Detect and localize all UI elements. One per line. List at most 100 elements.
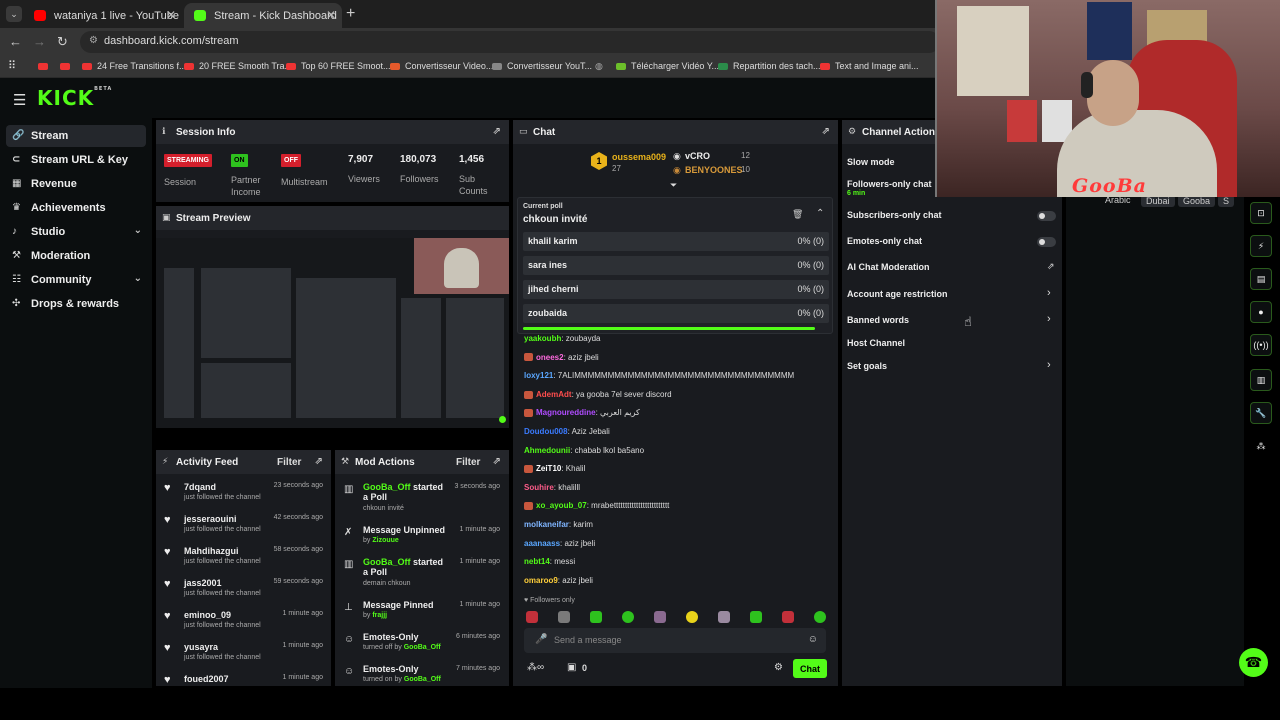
chat-username[interactable]: ZeiT10 [536, 464, 561, 473]
expand-leaderboard-icon[interactable]: ⏷ [670, 180, 677, 191]
sidebar-item-moderation[interactable]: ⚒ Moderation [6, 245, 146, 267]
screen-icon[interactable]: ⊡ [1250, 202, 1272, 224]
chat-username[interactable]: Souhire [524, 483, 554, 492]
popout-icon[interactable]: ⇗ [493, 456, 501, 467]
sidebar-item-achievements[interactable]: ♛ Achievements [6, 197, 146, 219]
popout-icon[interactable]: ⇗ [315, 456, 323, 467]
chat-message-input[interactable]: 🎤 Send a message ☺ [524, 628, 826, 653]
emote[interactable] [718, 611, 730, 623]
gift-icon[interactable]: ▣ [567, 662, 576, 673]
forward-icon[interactable]: → [33, 34, 46, 49]
bookmark-3[interactable]: Top 60 FREE Smoot... [286, 61, 391, 71]
activity-filter-button[interactable]: Filter [277, 457, 301, 468]
bookmark-8[interactable]: Text and Image ani... [820, 61, 919, 71]
settings-icon[interactable]: ⚙ [774, 662, 783, 673]
chat-username[interactable]: yaakoubh [524, 334, 561, 343]
chat-username[interactable]: Magnoureddine [536, 408, 596, 417]
emote[interactable] [526, 611, 538, 623]
chat-username[interactable]: Ahmedounii [524, 446, 570, 455]
poll-option[interactable]: jihed cherni 0% (0) [523, 280, 829, 299]
community-icon[interactable]: ⁂∞ [527, 662, 544, 673]
bolt-icon[interactable]: ⚡ [1250, 235, 1272, 257]
new-tab-button[interactable]: + [346, 5, 355, 23]
apps-icon[interactable]: ⠿ [8, 59, 16, 72]
stream-preview-video[interactable] [156, 238, 509, 428]
emote[interactable] [654, 611, 666, 623]
host-channel-label[interactable]: Host Channel [847, 338, 905, 348]
chat-username[interactable]: loxy121 [524, 371, 553, 380]
sidebar-item-stream[interactable]: 🔗 Stream [6, 125, 146, 147]
chevron-right-icon[interactable]: › [1047, 287, 1051, 299]
send-chat-button[interactable]: Chat [793, 659, 827, 678]
globe-icon[interactable]: ◍ [595, 61, 603, 72]
bookmark-youtube-2[interactable] [60, 61, 75, 71]
poll-option[interactable]: khalil karim 0% (0) [523, 232, 829, 251]
subscribers-only-label[interactable]: Subscribers-only chat [847, 210, 942, 220]
emotes-only-label[interactable]: Emotes-only chat [847, 236, 922, 246]
sidebar-item-stream-url-key[interactable]: ⊂ Stream URL & Key [6, 149, 146, 171]
emote[interactable] [590, 611, 602, 623]
site-info-icon[interactable]: ⚙ [89, 35, 98, 46]
sidebar-item-community[interactable]: ☷ Community ⌄ [6, 269, 146, 291]
poll-option[interactable]: sara ines 0% (0) [523, 256, 829, 275]
set-goals-label[interactable]: Set goals [847, 361, 887, 371]
chat-username[interactable]: Doudou008 [524, 427, 568, 436]
sidebar-item-revenue[interactable]: ▦ Revenue [6, 173, 146, 195]
emotes-only-toggle[interactable] [1037, 237, 1056, 247]
popout-icon[interactable]: ⇗ [493, 126, 501, 137]
chat-username[interactable]: molkaneifar [524, 520, 569, 529]
kick-logo[interactable]: KICKBETA [37, 86, 112, 110]
mic-icon[interactable]: 🎤 [535, 634, 547, 645]
mod-filter-button[interactable]: Filter [456, 457, 480, 468]
chat-username[interactable]: omaroo9 [524, 576, 558, 585]
wrench-icon[interactable]: 🔧 [1250, 402, 1272, 424]
users-icon[interactable]: ⁂ [1250, 436, 1272, 458]
bookmark-7[interactable]: Repartition des tach... [718, 61, 821, 71]
bookmark-2[interactable]: 20 FREE Smooth Tra... [184, 61, 292, 71]
tab-search-button[interactable]: ⌄ [6, 6, 22, 22]
leader-1-name[interactable]: oussema009 [612, 152, 666, 162]
emoji-icon[interactable]: ☺ [808, 634, 818, 645]
followers-only-label[interactable]: Followers-only chat [847, 179, 932, 189]
chevron-right-icon[interactable]: › [1047, 359, 1051, 371]
tab-kick-dashboard[interactable]: Stream - Kick Dashboard ✕ [184, 3, 342, 28]
collapse-poll-icon[interactable]: ⌃ [816, 208, 824, 219]
emote[interactable] [814, 611, 826, 623]
leader-2-name[interactable]: vCRO [685, 151, 710, 161]
bookmark-6[interactable]: Télécharger Vidéo Y... [616, 61, 719, 71]
external-link-icon[interactable]: ⇗ [1047, 261, 1055, 272]
url-input[interactable]: ⚙ dashboard.kick.com/stream [80, 31, 940, 53]
ai-chat-moderation-label[interactable]: AI Chat Moderation [847, 262, 930, 272]
bookmark-4[interactable]: Convertisseur Video... [390, 61, 493, 71]
sidebar-item-studio[interactable]: ♪ Studio ⌄ [6, 221, 146, 243]
emote[interactable] [750, 611, 762, 623]
reload-icon[interactable]: ↻ [57, 34, 68, 50]
close-icon[interactable]: ✕ [326, 8, 336, 22]
document-icon[interactable]: ▤ [1250, 268, 1272, 290]
chat-username[interactable]: aaanaass [524, 539, 560, 548]
bookmark-1[interactable]: 24 Free Transitions f... [82, 61, 187, 71]
emote[interactable] [558, 611, 570, 623]
subscribers-only-toggle[interactable] [1037, 211, 1056, 221]
bookmark-5[interactable]: Convertisseur YouT... [492, 61, 592, 71]
emote[interactable] [622, 611, 634, 623]
chat-username[interactable]: nebt14 [524, 557, 550, 566]
popout-icon[interactable]: ⇗ [822, 126, 830, 137]
chat-bubble-icon[interactable]: ● [1250, 301, 1272, 323]
banned-words-label[interactable]: Banned words [847, 315, 909, 325]
broadcast-icon[interactable]: ((•)) [1250, 334, 1272, 356]
leader-3-name[interactable]: BENYOONES [685, 165, 743, 175]
back-icon[interactable]: ← [9, 34, 22, 49]
emote[interactable] [686, 611, 698, 623]
poll-option[interactable]: zoubaida 0% (0) [523, 304, 829, 323]
chat-username[interactable]: xo_ayoub_07 [536, 501, 587, 510]
sidebar-item-drops-rewards[interactable]: ✣ Drops & rewards [6, 293, 146, 315]
tab-youtube[interactable]: wataniya 1 live - YouTube ✕ [24, 3, 182, 28]
chat-username[interactable]: AdemAdt [536, 390, 572, 399]
menu-icon[interactable]: ☰ [13, 91, 26, 109]
emote[interactable] [782, 611, 794, 623]
chat-username[interactable]: onees2 [536, 353, 564, 362]
delete-poll-icon[interactable]: 🗑 [792, 209, 803, 220]
account-age-label[interactable]: Account age restriction [847, 289, 948, 299]
bookmark-youtube-1[interactable] [38, 61, 53, 71]
